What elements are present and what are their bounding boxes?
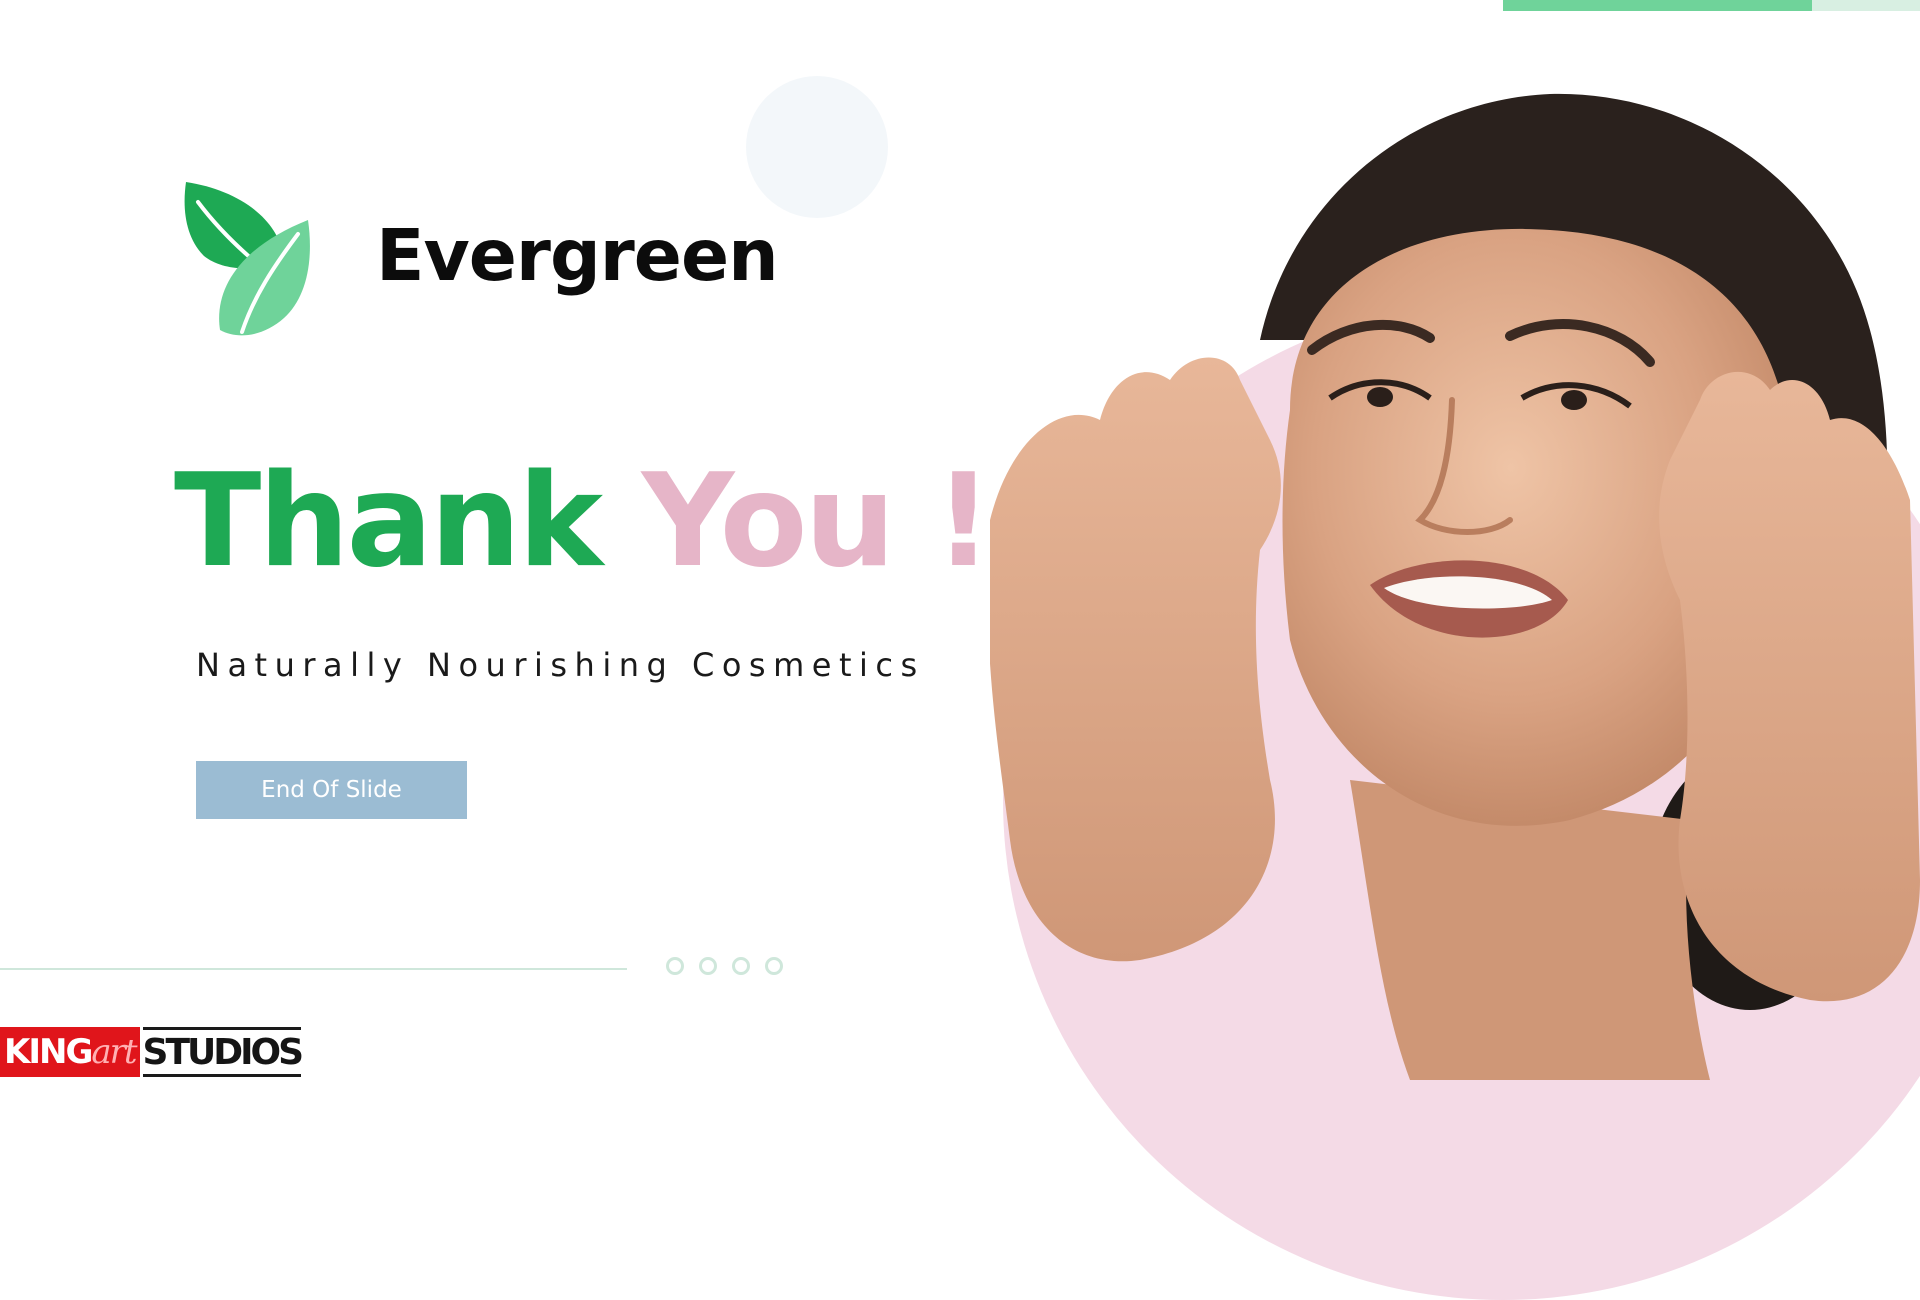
- divider-line: [0, 968, 627, 970]
- watermark-king: KING: [4, 1032, 93, 1072]
- thank-you-title: Thank You !: [174, 458, 993, 586]
- pagination-dot[interactable]: [765, 957, 783, 975]
- end-of-slide-button[interactable]: End Of Slide: [196, 761, 467, 819]
- pagination-dot[interactable]: [666, 957, 684, 975]
- pagination-dot[interactable]: [699, 957, 717, 975]
- pagination-dots: [666, 957, 783, 975]
- kingart-studios-watermark: KING art STUDIOS: [0, 1025, 304, 1079]
- watermark-red-block: KING art: [0, 1027, 140, 1077]
- pagination-dot[interactable]: [732, 957, 750, 975]
- tagline: Naturally Nourishing Cosmetics: [196, 646, 925, 684]
- leaf-logo-icon: [184, 182, 310, 336]
- brand-name: Evergreen: [376, 214, 779, 297]
- woman-photo: [990, 93, 1920, 1080]
- decorative-circle: [746, 76, 888, 218]
- title-you: You !: [641, 447, 993, 596]
- watermark-art: art: [91, 1032, 137, 1072]
- watermark-studios: STUDIOS: [142, 1027, 304, 1077]
- top-accent-bar: [1503, 0, 1812, 11]
- title-thank: Thank: [174, 447, 603, 596]
- top-accent-bar-light: [1812, 0, 1920, 11]
